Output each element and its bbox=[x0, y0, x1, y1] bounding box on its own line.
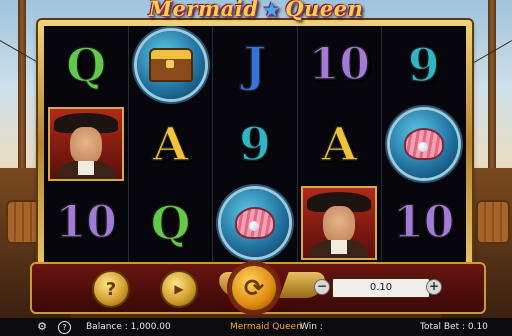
reel-frame: Q J 10 9 A 9 A 10 Q 10 bbox=[38, 20, 472, 268]
bet-increase-button[interactable]: + bbox=[426, 279, 442, 295]
game-name-label: Mermaid Queen bbox=[230, 322, 302, 332]
reel-cell bbox=[382, 105, 466, 184]
pirate-captain-icon bbox=[48, 106, 125, 181]
bet-value-display: 0.10 bbox=[332, 278, 430, 298]
symbol-10: 10 bbox=[55, 196, 118, 248]
symbol-j: J bbox=[243, 37, 267, 94]
symbol-a: A bbox=[152, 116, 189, 171]
settings-gear-icon[interactable]: ⚙ bbox=[36, 321, 48, 333]
control-bar: ? ▶ ⟳ − 0.10 + bbox=[30, 262, 486, 314]
shell-shape bbox=[403, 127, 444, 160]
reel-cell: Q bbox=[44, 26, 128, 105]
game-logo: Mermaid ★ Queen bbox=[0, 0, 512, 26]
pirate-face bbox=[70, 126, 103, 165]
win-label: Win : bbox=[300, 322, 323, 332]
reel-cell: Q bbox=[128, 183, 212, 262]
help-button[interactable]: ? bbox=[92, 270, 130, 308]
pirate-face bbox=[323, 205, 356, 244]
spin-icon: ⟳ bbox=[243, 274, 265, 302]
reel-cell: 10 bbox=[44, 183, 128, 262]
spin-button[interactable]: ⟳ bbox=[230, 264, 278, 312]
pirate-collar bbox=[78, 160, 95, 175]
treasure-chest-icon bbox=[136, 31, 205, 100]
reel-cell: 10 bbox=[297, 26, 381, 105]
reel-cell bbox=[44, 105, 128, 184]
symbol-q: Q bbox=[150, 195, 192, 250]
barrel bbox=[476, 200, 510, 244]
autoplay-button[interactable]: ▶ bbox=[160, 270, 198, 308]
pirate-collar bbox=[331, 239, 348, 254]
symbol-q: Q bbox=[65, 38, 107, 93]
symbol-9: 9 bbox=[407, 38, 441, 93]
total-bet-label: Total Bet : 0.10 bbox=[420, 322, 488, 332]
bet-decrease-button[interactable]: − bbox=[314, 279, 330, 295]
reel-cell: 9 bbox=[213, 105, 297, 184]
reel-cell: A bbox=[128, 105, 212, 184]
symbol-9: 9 bbox=[238, 116, 272, 171]
plus-icon: + bbox=[428, 279, 440, 293]
help-icon: ? bbox=[105, 278, 117, 300]
balance-label: Balance : 1,000.00 bbox=[86, 322, 171, 332]
reel-cell bbox=[297, 183, 381, 262]
symbol-10: 10 bbox=[392, 196, 455, 248]
reel-cell: J bbox=[213, 26, 297, 105]
reel-cell: A bbox=[297, 105, 381, 184]
chest-shape bbox=[148, 48, 193, 83]
logo-part2: Queen bbox=[285, 0, 364, 21]
reel-cell: 10 bbox=[382, 183, 466, 262]
reel-cell: 9 bbox=[382, 26, 466, 105]
logo-part1: Mermaid bbox=[148, 0, 259, 21]
info-help-icon[interactable]: ? bbox=[58, 321, 71, 334]
reel-cell bbox=[213, 183, 297, 262]
pearl-shell-icon bbox=[389, 109, 458, 178]
barrel bbox=[6, 200, 40, 244]
status-bar: ⚙ ? Balance : 1,000.00 Mermaid Queen Win… bbox=[0, 318, 512, 336]
logo-star-icon: ★ bbox=[263, 0, 281, 21]
autoplay-icon: ▶ bbox=[174, 282, 184, 296]
symbol-a: A bbox=[321, 116, 358, 171]
shell-shape bbox=[234, 206, 275, 239]
symbol-10: 10 bbox=[308, 39, 371, 91]
reel-cell bbox=[128, 26, 212, 105]
pirate-captain-icon bbox=[301, 185, 378, 260]
pearl-shell-icon bbox=[220, 188, 289, 257]
minus-icon: − bbox=[316, 279, 328, 293]
reel-grid: Q J 10 9 A 9 A 10 Q 10 bbox=[44, 26, 466, 262]
